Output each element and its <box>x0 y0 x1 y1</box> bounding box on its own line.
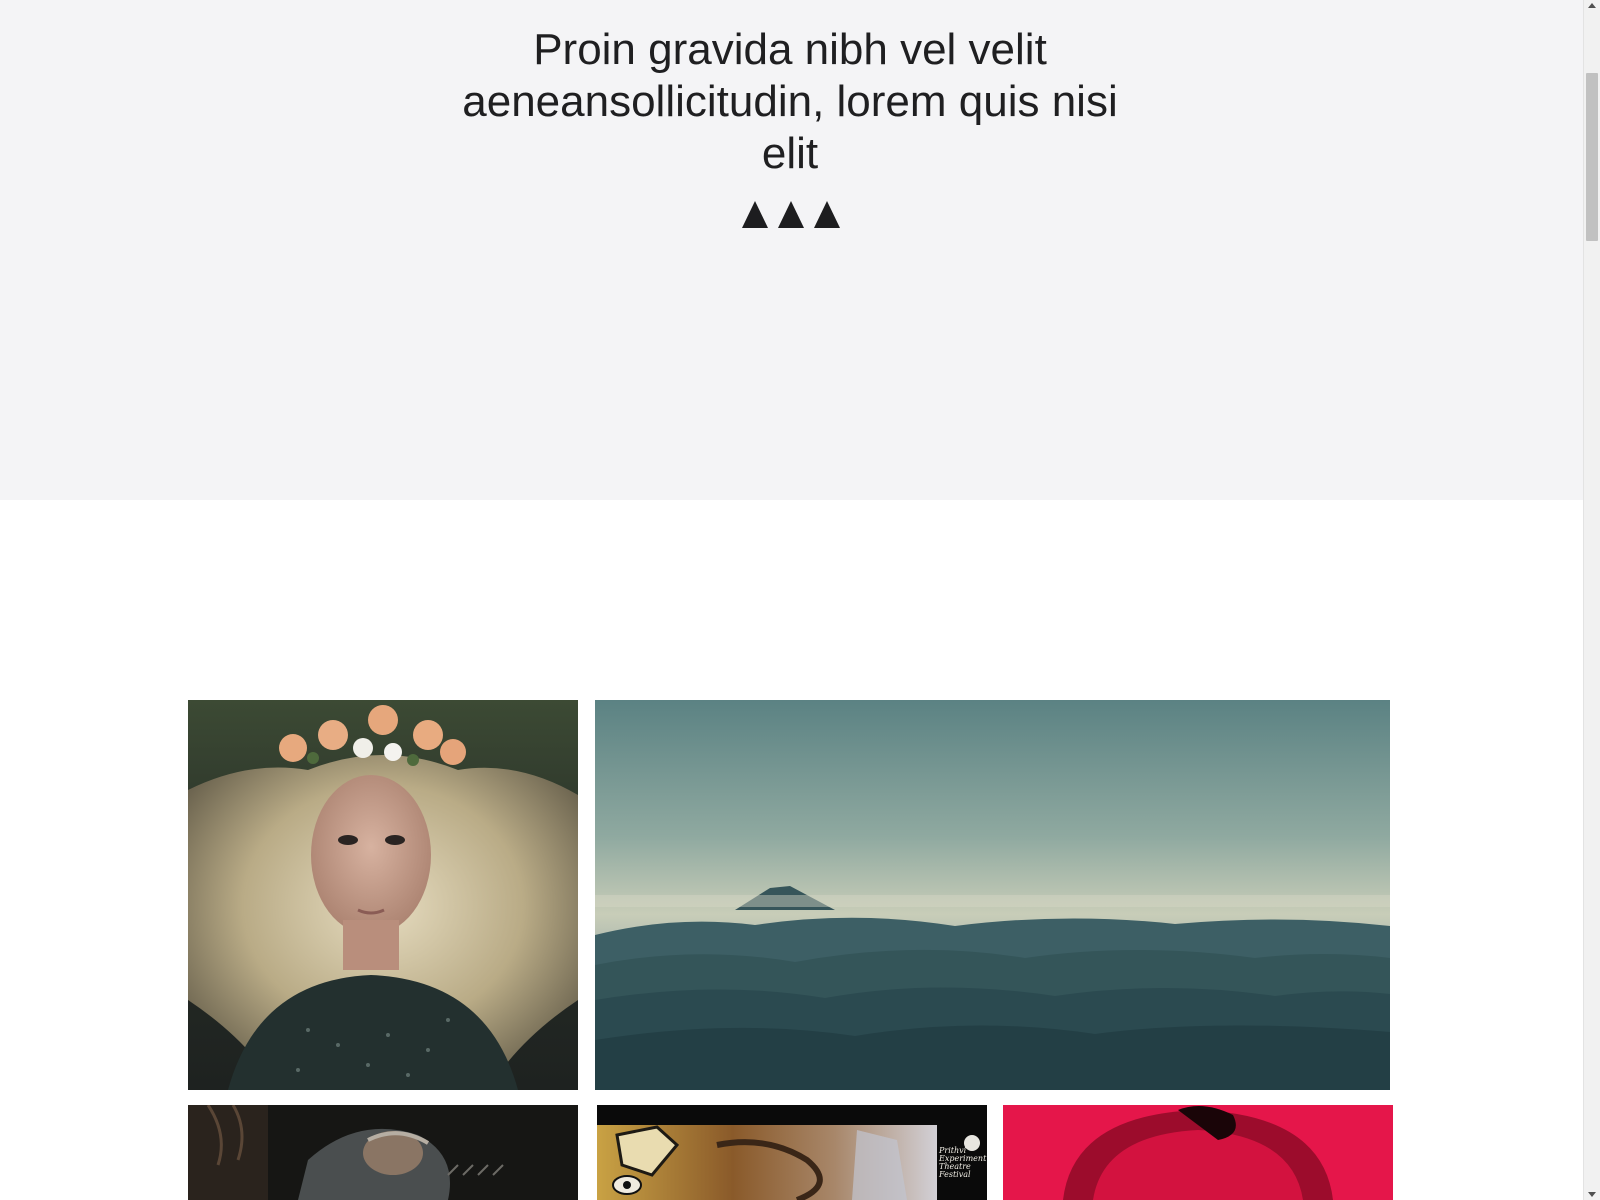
poster-line: Festival <box>939 1170 971 1179</box>
scroll-up-arrow-icon[interactable] <box>1588 3 1596 8</box>
gallery-photo-red-portrait[interactable] <box>1003 1105 1393 1200</box>
gallery-photo-graffiti-poster[interactable]: Prithvi Experiment Theatre Festival <box>597 1105 987 1200</box>
gallery-photo-workshop[interactable] <box>188 1105 578 1200</box>
scrollbar-thumb[interactable] <box>1586 73 1598 241</box>
hero-title: Proin gravida nibh vel velit aeneansolli… <box>462 25 1118 178</box>
triangle-icon <box>778 201 804 228</box>
hero-section: Proin gravida nibh vel velit aeneansolli… <box>0 0 1583 500</box>
triangle-icon <box>742 201 768 228</box>
vertical-scrollbar[interactable] <box>1583 0 1600 1200</box>
triangle-icon <box>814 201 840 228</box>
poster-text: Prithvi Experiment Theatre Festival <box>939 1147 987 1179</box>
triangle-ornament-icon <box>740 201 844 229</box>
page: Proin gravida nibh vel velit aeneansolli… <box>0 0 1583 1200</box>
gallery-photo-misty-mountains[interactable] <box>595 700 1390 1090</box>
gallery-photo-woman-flower-crown[interactable] <box>188 700 578 1090</box>
scroll-down-arrow-icon[interactable] <box>1588 1192 1596 1197</box>
